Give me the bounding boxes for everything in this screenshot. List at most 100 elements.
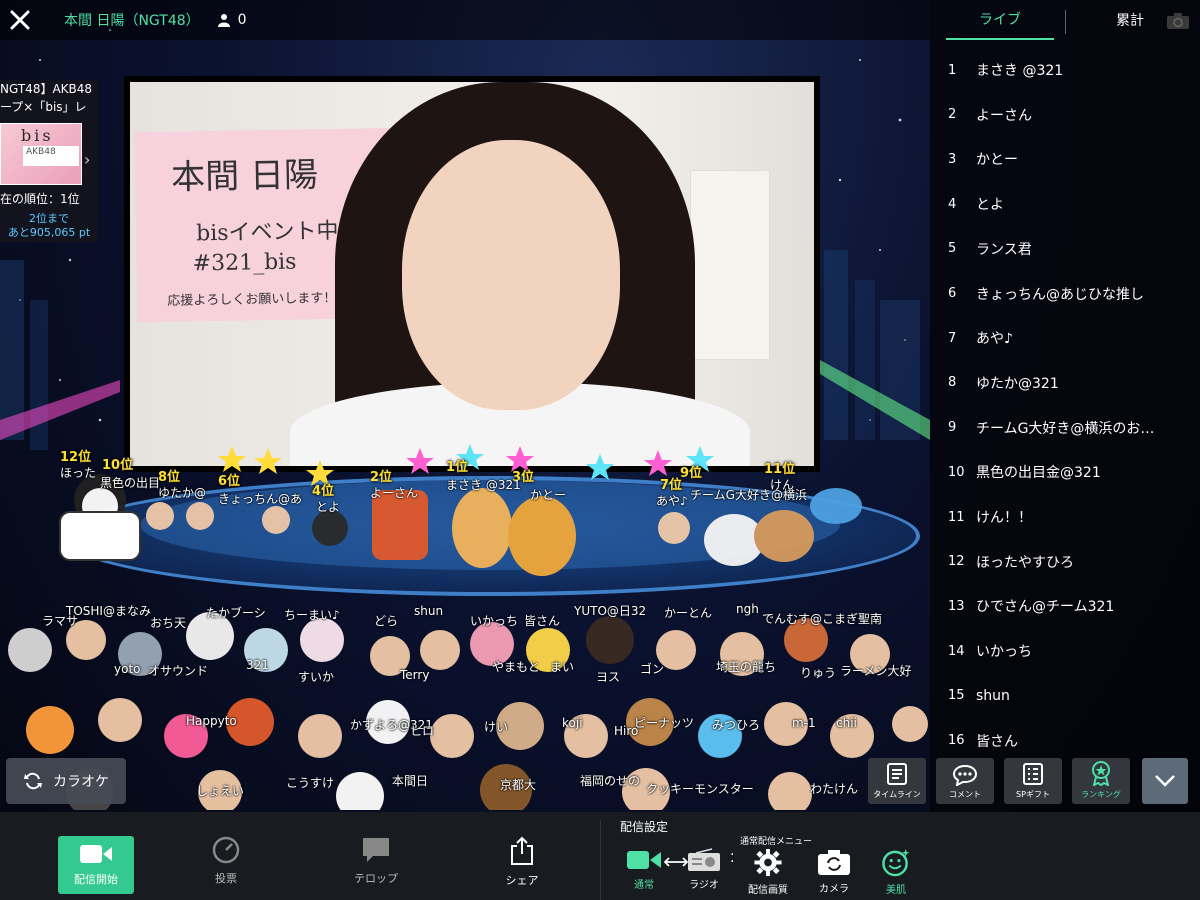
- ranking-row-name: あや♪: [976, 331, 1013, 348]
- event-next-rank: 2位まで あと905,065 pt: [0, 212, 98, 240]
- paper-note: [690, 170, 770, 360]
- audience-name: かーとん: [664, 606, 713, 620]
- event-card[interactable]: 【NGT48】AKB48 ループ×「bis」レ bis AKB48 › 在の順位…: [0, 80, 98, 242]
- audience-name: すいか: [298, 670, 335, 684]
- vote-label: 投票: [215, 872, 237, 885]
- sp-gift-icon: [1023, 763, 1043, 785]
- vote-button[interactable]: 投票: [186, 836, 266, 894]
- share-button[interactable]: シェア: [482, 836, 562, 894]
- ranking-row[interactable]: 2 よーさん: [930, 93, 1200, 137]
- camera-button[interactable]: カメラ: [804, 848, 864, 896]
- chevron-right-icon: ›: [84, 150, 91, 169]
- broadcast-menu-subtitle: 通常配信メニュー: [740, 837, 813, 847]
- ranking-row[interactable]: 12 ほったやすひろ: [930, 540, 1200, 584]
- ranking-row[interactable]: 10 黒色の出目金@321: [930, 450, 1200, 494]
- ranking-award-icon: [1092, 761, 1110, 786]
- ranking-row-name: チームG大好き@横浜のお…: [976, 420, 1155, 437]
- ranking-row[interactable]: 5 ランス君: [930, 227, 1200, 271]
- audience-name: りゅう: [800, 666, 837, 680]
- live-stream-screen: 本間 日陽（NGT48） 0 【NGT48】AKB48 ループ×「bis」レ b…: [0, 0, 1200, 900]
- audience-name: m-1: [792, 716, 816, 730]
- stage-rank-label: 6位: [218, 474, 241, 489]
- stage-rank-label: 8位: [158, 470, 181, 485]
- avatar-name: けん: [770, 478, 795, 492]
- ranking-row-number: 12: [948, 554, 965, 570]
- collapse-button[interactable]: [1142, 758, 1188, 804]
- audience-name: わたけん: [810, 782, 859, 796]
- video-camera-icon: [80, 845, 112, 863]
- sign-line3: 応援よろしくお願いします！: [167, 290, 337, 309]
- normal-mode-label: 通常: [634, 880, 654, 891]
- audience-name: でんむす@こまぎ聖南: [762, 612, 883, 626]
- audience-name: ヨス: [596, 670, 621, 684]
- ranking-row-number: 13: [948, 598, 965, 614]
- ranking-row[interactable]: 7 あや♪: [930, 316, 1200, 360]
- sp-gift-button[interactable]: SPギフト: [1004, 758, 1062, 804]
- ranking-row-number: 5: [948, 241, 957, 257]
- ranking-row[interactable]: 13 ひでさん@チーム321: [930, 584, 1200, 628]
- ranking-row[interactable]: 6 きょっちん@あじひな推し: [930, 272, 1200, 316]
- vote-gauge-icon: [212, 836, 240, 864]
- audience-name: たかブーシ: [206, 606, 266, 620]
- viewer-count-value: 0: [237, 12, 247, 28]
- audience-name: おち天: [150, 616, 187, 630]
- ranking-row[interactable]: 8 ゆたか@321: [930, 361, 1200, 405]
- karaoke-button[interactable]: カラオケ: [6, 758, 126, 804]
- tab-live[interactable]: ライブ: [946, 0, 1054, 40]
- ranking-row-number: 3: [948, 151, 957, 167]
- telop-icon: [363, 838, 389, 862]
- ranking-row-name: 黒色の出目金@321: [976, 465, 1101, 482]
- ranking-row-name: かとー: [976, 152, 1018, 169]
- ranking-row[interactable]: 15 shun: [930, 674, 1200, 718]
- audience-name: yoto: [114, 662, 141, 676]
- telop-button[interactable]: テロップ: [336, 836, 416, 894]
- stage-rank-label: 9位: [680, 466, 703, 481]
- audience-name: 福岡のせの: [580, 774, 641, 788]
- audience-name: Terry: [400, 668, 430, 682]
- avatar-name: よーさん: [370, 486, 419, 500]
- beauty-filter-button[interactable]: 美肌: [866, 848, 926, 896]
- ranking-row[interactable]: 1 まさき @321: [930, 48, 1200, 92]
- ranking-row[interactable]: 9 チームG大好き@横浜のお…: [930, 406, 1200, 450]
- ranking-button[interactable]: ランキング: [1072, 758, 1130, 804]
- stage-rank-label: 11位: [764, 462, 796, 477]
- avatar-name: ほった: [60, 466, 97, 480]
- ranking-row-name: けん！！: [976, 510, 1032, 526]
- audience-name: クッキーモンスター: [646, 782, 754, 796]
- avatar-name: ゆたか@: [158, 486, 207, 500]
- ranking-row-name: shun: [976, 687, 1010, 704]
- close-icon: [10, 10, 30, 30]
- ranking-row[interactable]: 14 いかっち: [930, 629, 1200, 673]
- audience-name: まい: [550, 660, 575, 674]
- tab-total[interactable]: 累計: [1116, 0, 1144, 40]
- ranking-row-name: いかっち: [976, 644, 1032, 661]
- ranking-row-number: 2: [948, 107, 957, 123]
- ranking-row-name: まさき @321: [976, 63, 1064, 79]
- person-face: [402, 140, 620, 410]
- close-button[interactable]: [0, 0, 40, 40]
- radio-mode-button[interactable]: ラジオ: [674, 848, 734, 896]
- stream-quality-button[interactable]: 配信画質: [738, 848, 798, 896]
- ranking-row[interactable]: 3 かとー: [930, 137, 1200, 181]
- timeline-button[interactable]: タイムライン: [868, 758, 926, 804]
- ranking-row[interactable]: 4 とよ: [930, 182, 1200, 226]
- audience-name: いかっち: [470, 614, 519, 628]
- beauty-filter-label: 美肌: [886, 885, 906, 896]
- stream-quality-label: 配信画質: [748, 885, 788, 896]
- comment-button[interactable]: コメント: [936, 758, 994, 804]
- stage-rank-label: 4位: [312, 484, 335, 499]
- ranking-row[interactable]: 11 けん！！: [930, 495, 1200, 539]
- audience-name: 埼玉の龍ち: [716, 660, 777, 674]
- camera-video: 本間 日陽 bisイベント中！ #321_bis 応援よろしくお願いします！: [130, 82, 814, 466]
- ranking-row[interactable]: 16 皆さん: [930, 719, 1200, 763]
- event-banner-logo: bis: [21, 126, 54, 145]
- camera-switch-icon[interactable]: [1166, 12, 1190, 30]
- audience-name: Happyto: [186, 714, 237, 728]
- person-icon: [217, 14, 230, 27]
- audience-name: ピーナッツ: [634, 716, 695, 730]
- start-broadcast-button[interactable]: 配信開始: [58, 836, 134, 894]
- audience-name: ちーまい♪: [284, 608, 340, 622]
- audience-name: ゴン: [640, 662, 665, 676]
- audience-name: みつひろ: [712, 718, 761, 732]
- share-label: シェア: [505, 874, 539, 887]
